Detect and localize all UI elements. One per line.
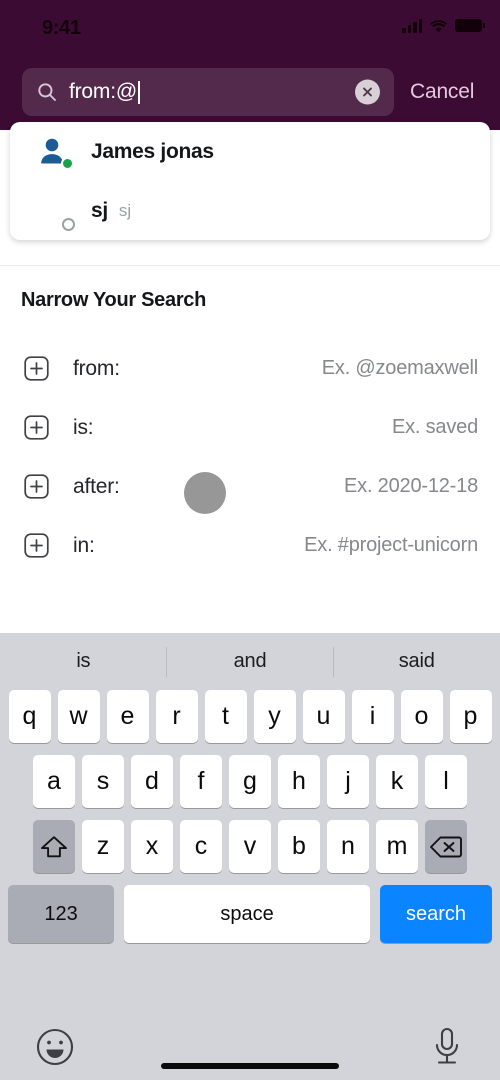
plus-box-icon bbox=[24, 474, 49, 499]
person-icon bbox=[36, 134, 74, 170]
search-input-value: from:@ bbox=[69, 80, 137, 103]
suggestion-handle: sj bbox=[118, 200, 132, 220]
key-l[interactable]: l bbox=[425, 755, 467, 808]
filter-example-label: Ex. @zoemaxwell bbox=[321, 357, 478, 379]
key-n[interactable]: n bbox=[327, 820, 369, 873]
plus-box-icon bbox=[24, 415, 49, 440]
key-i[interactable]: i bbox=[351, 690, 394, 743]
numbers-key[interactable]: 123 bbox=[8, 885, 115, 943]
key-g[interactable]: g bbox=[229, 755, 271, 808]
key-p[interactable]: p bbox=[449, 690, 492, 743]
key-r[interactable]: r bbox=[155, 690, 198, 743]
list-item[interactable]: sj sj bbox=[10, 181, 490, 240]
key-y[interactable]: y bbox=[253, 690, 296, 743]
plus-box-icon bbox=[24, 356, 49, 381]
filter-key-label: in: bbox=[73, 533, 95, 557]
microphone-icon[interactable] bbox=[430, 1025, 464, 1069]
presence-indicator-online bbox=[61, 156, 74, 170]
search-icon bbox=[37, 82, 57, 102]
narrow-search-filters: from: Ex. @zoemaxwell is: Ex. saved afte… bbox=[0, 339, 500, 575]
filter-example-label: Ex. saved bbox=[391, 416, 478, 438]
filter-row-is[interactable]: is: Ex. saved bbox=[0, 398, 500, 457]
predictive-text-bar: is and said bbox=[0, 633, 500, 690]
search-suggestions-dropdown: James jonas sj sj bbox=[10, 122, 490, 240]
cancel-button[interactable]: Cancel bbox=[410, 80, 474, 104]
search-key[interactable]: search bbox=[379, 885, 492, 943]
list-item[interactable]: James jonas bbox=[10, 122, 490, 181]
key-o[interactable]: o bbox=[400, 690, 443, 743]
app-header: 9:41 from:@ Cancel bbox=[0, 0, 500, 130]
search-input[interactable]: from:@ bbox=[22, 68, 394, 116]
plus-box-icon bbox=[24, 533, 49, 558]
page-title: Narrow Your Search bbox=[21, 289, 207, 311]
key-e[interactable]: e bbox=[106, 690, 149, 743]
keyboard-row-3: z x c v b n m bbox=[0, 820, 500, 873]
key-z[interactable]: z bbox=[82, 820, 124, 873]
filter-example-label: Ex. 2020-12-18 bbox=[344, 475, 478, 497]
status-bar: 9:41 bbox=[0, 0, 500, 48]
key-k[interactable]: k bbox=[376, 755, 418, 808]
key-c[interactable]: c bbox=[180, 820, 222, 873]
filter-example-label: Ex. #project-unicorn bbox=[304, 534, 478, 556]
shift-arrow-icon[interactable] bbox=[33, 820, 75, 873]
key-s[interactable]: s bbox=[82, 755, 124, 808]
prediction-3[interactable]: said bbox=[333, 650, 500, 673]
avatar bbox=[36, 193, 75, 231]
keyboard-row-2: a s d f g h j k l bbox=[0, 755, 500, 808]
emoji-smiley-icon[interactable] bbox=[34, 1026, 76, 1068]
key-x[interactable]: x bbox=[131, 820, 173, 873]
search-bar-row: from:@ Cancel bbox=[0, 66, 500, 118]
filter-key-label: from: bbox=[73, 356, 120, 380]
key-a[interactable]: a bbox=[33, 755, 75, 808]
status-bar-time: 9:41 bbox=[42, 17, 81, 39]
keyboard-row-4: 123 space search bbox=[0, 885, 500, 943]
virtual-keyboard: is and said q w e r t y u i o p a s d f … bbox=[0, 633, 500, 1080]
filter-key-label: after: bbox=[73, 474, 120, 498]
prediction-divider bbox=[333, 647, 334, 677]
filter-row-from[interactable]: from: Ex. @zoemaxwell bbox=[0, 339, 500, 398]
filter-row-after[interactable]: after: Ex. 2020-12-18 bbox=[0, 457, 500, 516]
prediction-divider bbox=[166, 647, 167, 677]
wifi-icon bbox=[429, 19, 448, 33]
touch-indicator bbox=[184, 472, 226, 514]
key-q[interactable]: q bbox=[8, 690, 51, 743]
clear-search-button[interactable] bbox=[355, 79, 380, 105]
keyboard-row-1: q w e r t y u i o p bbox=[0, 690, 500, 743]
key-b[interactable]: b bbox=[278, 820, 320, 873]
key-u[interactable]: u bbox=[302, 690, 345, 743]
key-v[interactable]: v bbox=[229, 820, 271, 873]
status-bar-icons bbox=[402, 18, 485, 33]
key-j[interactable]: j bbox=[327, 755, 369, 808]
filter-key-label: is: bbox=[73, 415, 94, 439]
filter-row-in[interactable]: in: Ex. #project-unicorn bbox=[0, 516, 500, 575]
battery-icon bbox=[455, 19, 485, 32]
space-key[interactable]: space bbox=[124, 885, 370, 943]
presence-indicator-away bbox=[62, 217, 75, 231]
key-d[interactable]: d bbox=[131, 755, 173, 808]
key-h[interactable]: h bbox=[278, 755, 320, 808]
key-f[interactable]: f bbox=[180, 755, 222, 808]
text-cursor bbox=[137, 80, 140, 104]
suggestion-name: James jonas bbox=[91, 139, 214, 163]
suggestion-name: sj bbox=[91, 198, 108, 222]
cellular-signal-icon bbox=[402, 18, 422, 33]
home-indicator bbox=[161, 1063, 339, 1069]
key-t[interactable]: t bbox=[204, 690, 247, 743]
key-w[interactable]: w bbox=[57, 690, 100, 743]
key-m[interactable]: m bbox=[376, 820, 418, 873]
keyboard-bottom-bar bbox=[0, 1018, 500, 1080]
prediction-1[interactable]: is bbox=[0, 650, 167, 673]
backspace-icon[interactable] bbox=[425, 820, 467, 873]
prediction-2[interactable]: and bbox=[167, 650, 334, 673]
section-divider bbox=[0, 265, 500, 266]
